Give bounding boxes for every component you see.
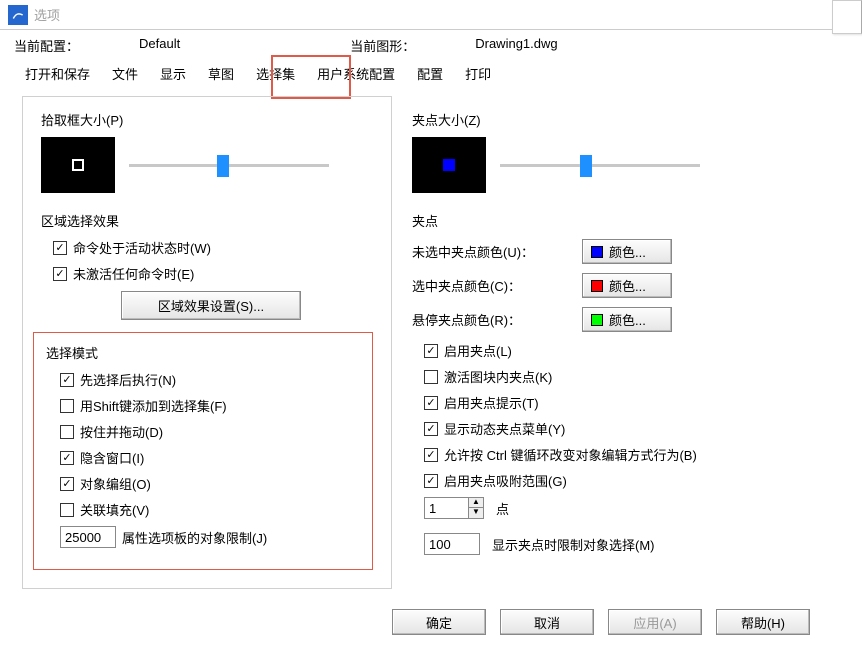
chk-grip-snap[interactable] — [424, 474, 438, 488]
chk-noun-verb[interactable] — [60, 373, 74, 387]
pickbox-label: 拾取框大小(P) — [41, 110, 373, 129]
chk-grip-snap-label: 启用夹点吸附范围(G) — [444, 471, 567, 490]
chk-cmd-active-label: 命令处于活动状态时(W) — [73, 238, 211, 257]
ok-button[interactable]: 确定 — [392, 609, 486, 635]
right-column: 夹点大小(Z) 夹点 未选中夹点颜色(U)： 颜色... — [412, 96, 802, 589]
dialog-footer: 确定 取消 应用(A) 帮助(H) — [0, 597, 832, 647]
chk-shift-add-label: 用Shift键添加到选择集(F) — [80, 396, 227, 415]
spin-down-button[interactable]: ▼ — [469, 508, 483, 518]
left-column: 拾取框大小(P) 区域选择效果 命令处于活动状态时(W) 未激活任何命令时(E) — [22, 96, 392, 589]
chk-enable-grips-label: 启用夹点(L) — [444, 341, 512, 360]
chk-grip-tips-label: 启用夹点提示(T) — [444, 393, 539, 412]
help-button[interactable]: 帮助(H) — [716, 609, 810, 635]
right-sidebar-stub — [832, 0, 862, 34]
current-config-value: Default — [139, 36, 180, 55]
chk-cmd-inactive[interactable] — [53, 267, 67, 281]
grip-slider-thumb[interactable] — [580, 155, 592, 177]
prop-limit-input[interactable] — [60, 526, 116, 548]
grip-obj-limit-input[interactable] — [424, 533, 480, 555]
app-icon — [8, 5, 28, 25]
grips-label: 夹点 — [412, 211, 802, 230]
chk-press-drag[interactable] — [60, 425, 74, 439]
chk-block-grips[interactable] — [424, 370, 438, 384]
options-dialog: 选项 当前配置： Default 当前图形： Drawing1.dwg 打开和保… — [0, 0, 832, 650]
grip-obj-limit-label: 显示夹点时限制对象选择(M) — [492, 535, 655, 554]
hover-grip-color-label: 悬停夹点颜色(R)： — [412, 310, 582, 329]
chk-noun-verb-label: 先选择后执行(N) — [80, 370, 176, 389]
tab-user-pref[interactable]: 用户系统配置 — [306, 59, 406, 88]
grip-preview — [412, 137, 486, 193]
chk-implied-window-label: 隐含窗口(I) — [80, 448, 144, 467]
cancel-button[interactable]: 取消 — [500, 609, 594, 635]
color-swatch-red — [591, 280, 603, 292]
unselected-grip-color-button[interactable]: 颜色... — [582, 239, 672, 264]
chk-object-group-label: 对象编组(O) — [80, 474, 151, 493]
tab-config[interactable]: 配置 — [406, 59, 454, 88]
chk-press-drag-label: 按住并拖动(D) — [80, 422, 163, 441]
config-row: 当前配置： Default 当前图形： Drawing1.dwg — [0, 30, 832, 61]
window-title: 选项 — [34, 5, 60, 24]
chk-ctrl-cycle[interactable] — [424, 448, 438, 462]
chk-enable-grips[interactable] — [424, 344, 438, 358]
area-effect-settings-button[interactable]: 区域效果设置(S)... — [121, 291, 301, 320]
tabs: 打开和保存 文件 显示 草图 选择集 用户系统配置 配置 打印 — [0, 59, 832, 88]
chk-block-grips-label: 激活图块内夹点(K) — [444, 367, 552, 386]
chk-cmd-active[interactable] — [53, 241, 67, 255]
pickbox-slider-thumb[interactable] — [217, 155, 229, 177]
pickbox-preview — [41, 137, 115, 193]
tab-draft[interactable]: 草图 — [197, 59, 245, 88]
hover-grip-color-button[interactable]: 颜色... — [582, 307, 672, 332]
tab-selection[interactable]: 选择集 — [245, 59, 306, 88]
grip-slider[interactable] — [500, 155, 700, 175]
selection-mode-group: 选择模式 先选择后执行(N) 用Shift键添加到选择集(F) 按住并拖动(D)… — [33, 332, 373, 570]
grip-snap-range-input[interactable] — [424, 497, 468, 519]
unselected-grip-color-label: 未选中夹点颜色(U)： — [412, 242, 582, 261]
tab-print[interactable]: 打印 — [454, 59, 502, 88]
pickbox-slider[interactable] — [129, 155, 329, 175]
apply-button[interactable]: 应用(A) — [608, 609, 702, 635]
selected-grip-color-button[interactable]: 颜色... — [582, 273, 672, 298]
chk-grip-tips[interactable] — [424, 396, 438, 410]
chk-assoc-hatch-label: 关联填充(V) — [80, 500, 149, 519]
current-config-label: 当前配置： — [14, 36, 79, 55]
prop-limit-label: 属性选项板的对象限制(J) — [122, 528, 267, 547]
area-effect-label: 区域选择效果 — [41, 211, 373, 230]
grip-size-label: 夹点大小(Z) — [412, 110, 802, 129]
tab-file[interactable]: 文件 — [101, 59, 149, 88]
grip-snap-unit-label: 点 — [496, 499, 509, 518]
chk-cmd-inactive-label: 未激活任何命令时(E) — [73, 264, 194, 283]
tab-open-save[interactable]: 打开和保存 — [14, 59, 101, 88]
chk-implied-window[interactable] — [60, 451, 74, 465]
chk-dynamic-menu-label: 显示动态夹点菜单(Y) — [444, 419, 565, 438]
color-swatch-blue — [591, 246, 603, 258]
content: 拾取框大小(P) 区域选择效果 命令处于活动状态时(W) 未激活任何命令时(E) — [0, 88, 832, 597]
sel-mode-label: 选择模式 — [46, 343, 358, 362]
titlebar: 选项 — [0, 0, 832, 30]
chk-dynamic-menu[interactable] — [424, 422, 438, 436]
chk-ctrl-cycle-label: 允许按 Ctrl 键循环改变对象编辑方式行为(B) — [444, 445, 697, 464]
tab-display[interactable]: 显示 — [149, 59, 197, 88]
current-drawing-value: Drawing1.dwg — [475, 36, 557, 55]
color-swatch-green — [591, 314, 603, 326]
chk-assoc-hatch[interactable] — [60, 503, 74, 517]
chk-shift-add[interactable] — [60, 399, 74, 413]
selected-grip-color-label: 选中夹点颜色(C)： — [412, 276, 582, 295]
chk-object-group[interactable] — [60, 477, 74, 491]
current-drawing-label: 当前图形： — [350, 36, 415, 55]
